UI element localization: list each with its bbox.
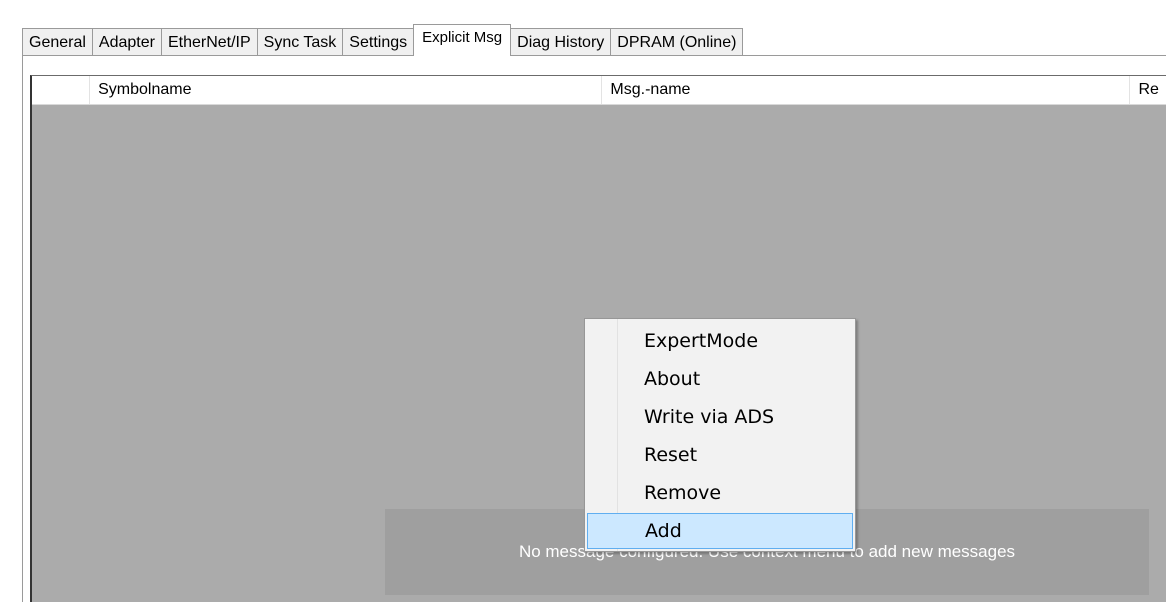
tab-diag-history[interactable]: Diag History (510, 28, 612, 56)
tab-explicit-msg[interactable]: Explicit Msg (413, 24, 512, 56)
menu-item-remove[interactable]: Remove (587, 475, 853, 511)
row-header-column[interactable] (32, 76, 91, 104)
tab-dpram-online[interactable]: DPRAM (Online) (610, 28, 744, 56)
column-header-msg-name[interactable]: Msg.-name (602, 76, 1131, 104)
tab-settings[interactable]: Settings (342, 28, 415, 56)
column-header-symbolname[interactable]: Symbolname (90, 76, 603, 104)
menu-item-reset[interactable]: Reset (587, 437, 853, 473)
explicit-msg-window: General Adapter EtherNet/IP Sync Task Se… (0, 0, 1166, 602)
menu-item-about[interactable]: About (587, 361, 853, 397)
tab-strip: General Adapter EtherNet/IP Sync Task Se… (22, 24, 744, 56)
grid-header: Symbolname Msg.-name Re (32, 76, 1166, 105)
context-menu: ExpertMode About Write via ADS Reset Rem… (584, 318, 856, 552)
tab-ethernet-ip[interactable]: EtherNet/IP (160, 28, 258, 56)
menu-item-write-via-ads[interactable]: Write via ADS (587, 399, 853, 435)
column-header-re[interactable]: Re (1130, 76, 1166, 104)
menu-item-expertmode[interactable]: ExpertMode (587, 323, 853, 359)
tab-sync-task[interactable]: Sync Task (256, 28, 344, 56)
tab-adapter[interactable]: Adapter (91, 28, 162, 56)
menu-item-add[interactable]: Add (587, 513, 853, 549)
tab-general[interactable]: General (22, 28, 93, 56)
